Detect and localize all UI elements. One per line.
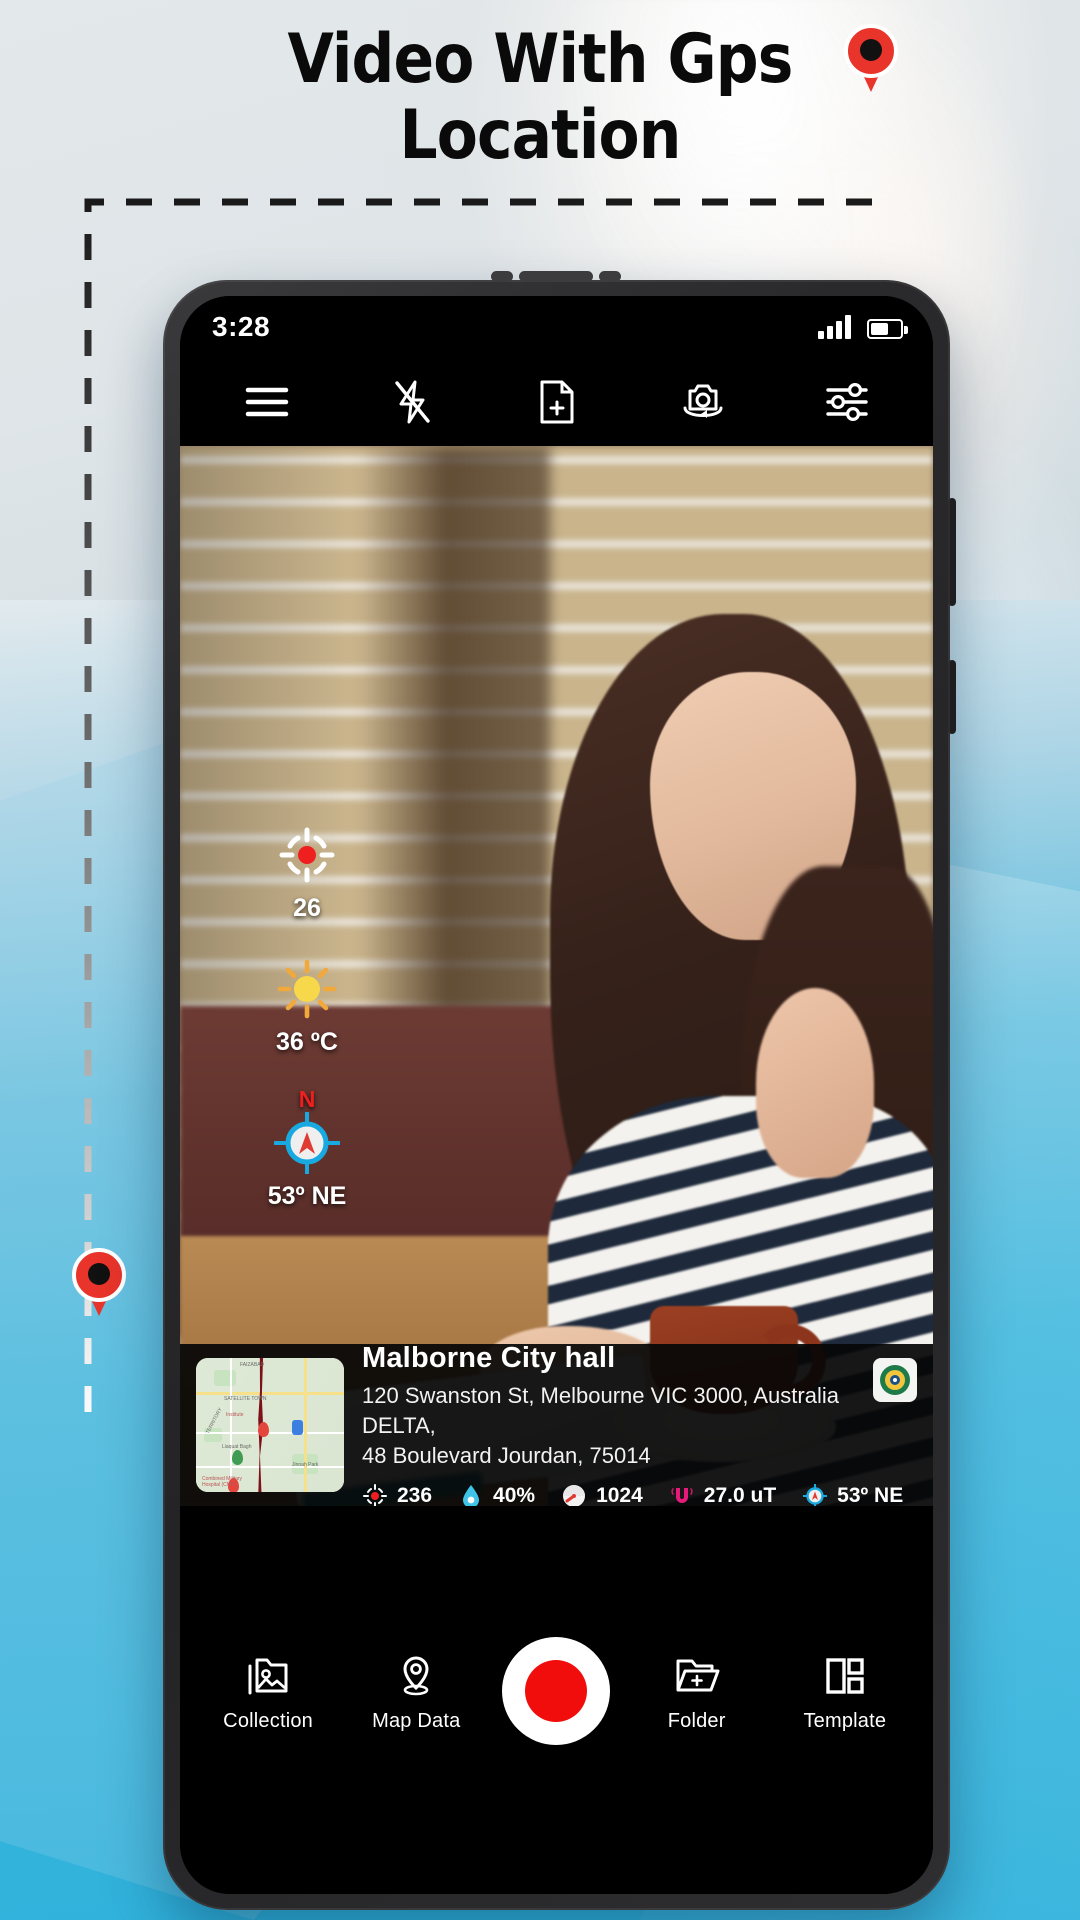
phone-mockup: 3:28 26 36 ºC N 53º NE SATELLITE TOWN TE… xyxy=(163,270,956,1910)
sun-icon xyxy=(232,958,382,1020)
overlay-compass-value: 53º NE xyxy=(267,1182,347,1210)
stat-altitude: 236 xyxy=(362,1483,433,1507)
location-info-card[interactable]: SATELLITE TOWN TERRITORY Institute Liaqu… xyxy=(180,1341,933,1507)
location-title: Malborne City hall xyxy=(362,1341,616,1374)
humidity-drop-icon xyxy=(458,1483,484,1506)
nav-label-map-data: Map Data xyxy=(372,1709,461,1732)
app-logo-badge[interactable] xyxy=(873,1358,917,1402)
headline-line-2: Location xyxy=(399,96,682,175)
flash-off-icon[interactable] xyxy=(373,370,451,434)
location-stats: 236 40% 1024 27.0 uT 53º NE xyxy=(362,1483,917,1507)
overlay-temperature: 36 ºC xyxy=(232,958,382,1057)
phone-side-button-volume[interactable] xyxy=(948,498,956,606)
status-icons xyxy=(818,315,908,339)
altitude-target-icon xyxy=(362,1483,388,1506)
phone-side-button-power[interactable] xyxy=(948,660,956,734)
record-button-inner xyxy=(525,1660,588,1722)
stat-pressure: 1024 xyxy=(561,1483,643,1507)
compass-north-label: N xyxy=(298,1086,316,1112)
stat-pressure-value: 1024 xyxy=(596,1483,643,1507)
nav-item-collection[interactable]: Collection xyxy=(206,1650,330,1733)
map-pin-marker-top xyxy=(844,24,898,92)
map-pin-marker-bottom xyxy=(72,1248,126,1316)
bottom-navigation-bar: Collection Map Data Folder Template xyxy=(180,1506,933,1894)
stat-magnetic-field: 27.0 uT xyxy=(669,1483,777,1507)
camera-top-toolbar xyxy=(180,358,933,446)
menu-icon[interactable] xyxy=(228,370,306,434)
phone-screen: 3:28 26 36 ºC N 53º NE SATELLITE TOWN TE… xyxy=(180,296,933,1894)
magnet-icon xyxy=(669,1483,695,1507)
phone-earpiece-speaker xyxy=(490,270,623,282)
nav-label-template: Template xyxy=(803,1709,887,1732)
nav-item-template[interactable]: Template xyxy=(783,1650,907,1733)
location-details: Malborne City hall 120 Swanston St, Melb… xyxy=(362,1341,917,1507)
status-bar: 3:28 xyxy=(180,296,933,358)
target-crosshair-icon xyxy=(232,824,382,886)
battery-icon xyxy=(867,319,908,339)
switch-camera-icon[interactable] xyxy=(663,370,741,434)
location-address-line-1: 120 Swanston St, Melbourne VIC 3000, Aus… xyxy=(362,1382,839,1438)
signal-bars-icon xyxy=(818,315,851,339)
stat-bearing: 53º NE xyxy=(802,1483,904,1507)
overlay-altitude-value: 26 xyxy=(293,894,321,922)
pin-dot xyxy=(860,39,882,61)
stat-altitude-value: 236 xyxy=(397,1483,433,1507)
overlay-compass: N 53º NE xyxy=(232,1086,382,1211)
overlay-temperature-value: 36 ºC xyxy=(276,1028,338,1056)
pin-dot xyxy=(88,1263,110,1285)
stat-magnetic-field-value: 27.0 uT xyxy=(703,1483,777,1507)
compass-icon xyxy=(232,1112,382,1174)
settings-sliders-icon[interactable] xyxy=(808,370,886,434)
pressure-gauge-icon xyxy=(561,1483,587,1506)
map-pin-icon xyxy=(354,1650,478,1702)
collection-photos-icon xyxy=(206,1650,330,1702)
nav-label-collection: Collection xyxy=(223,1709,313,1732)
nav-label-folder: Folder xyxy=(667,1709,726,1732)
nav-item-map-data[interactable]: Map Data xyxy=(354,1650,478,1733)
compass-icon xyxy=(802,1483,828,1506)
location-address-line-2: 48 Boulevard Jourdan, 75014 xyxy=(362,1442,651,1468)
status-clock: 3:28 xyxy=(212,311,271,342)
folder-add-icon xyxy=(635,1650,759,1702)
template-grid-icon xyxy=(783,1650,907,1702)
stat-bearing-value: 53º NE xyxy=(837,1483,904,1507)
new-file-icon[interactable] xyxy=(518,370,596,434)
stat-humidity-value: 40% xyxy=(493,1483,536,1507)
map-thumbnail[interactable]: SATELLITE TOWN TERRITORY Institute Liaqu… xyxy=(196,1358,344,1492)
camera-viewfinder[interactable]: 26 36 ºC N 53º NE SATELLITE TOWN TERRITO… xyxy=(180,446,933,1506)
nav-item-folder[interactable]: Folder xyxy=(635,1650,759,1733)
location-address: 120 Swanston St, Melbourne VIC 3000, Aus… xyxy=(362,1381,917,1471)
overlay-altitude: 26 xyxy=(232,824,382,923)
record-button-icon[interactable] xyxy=(502,1637,611,1745)
stat-humidity: 40% xyxy=(458,1483,536,1507)
